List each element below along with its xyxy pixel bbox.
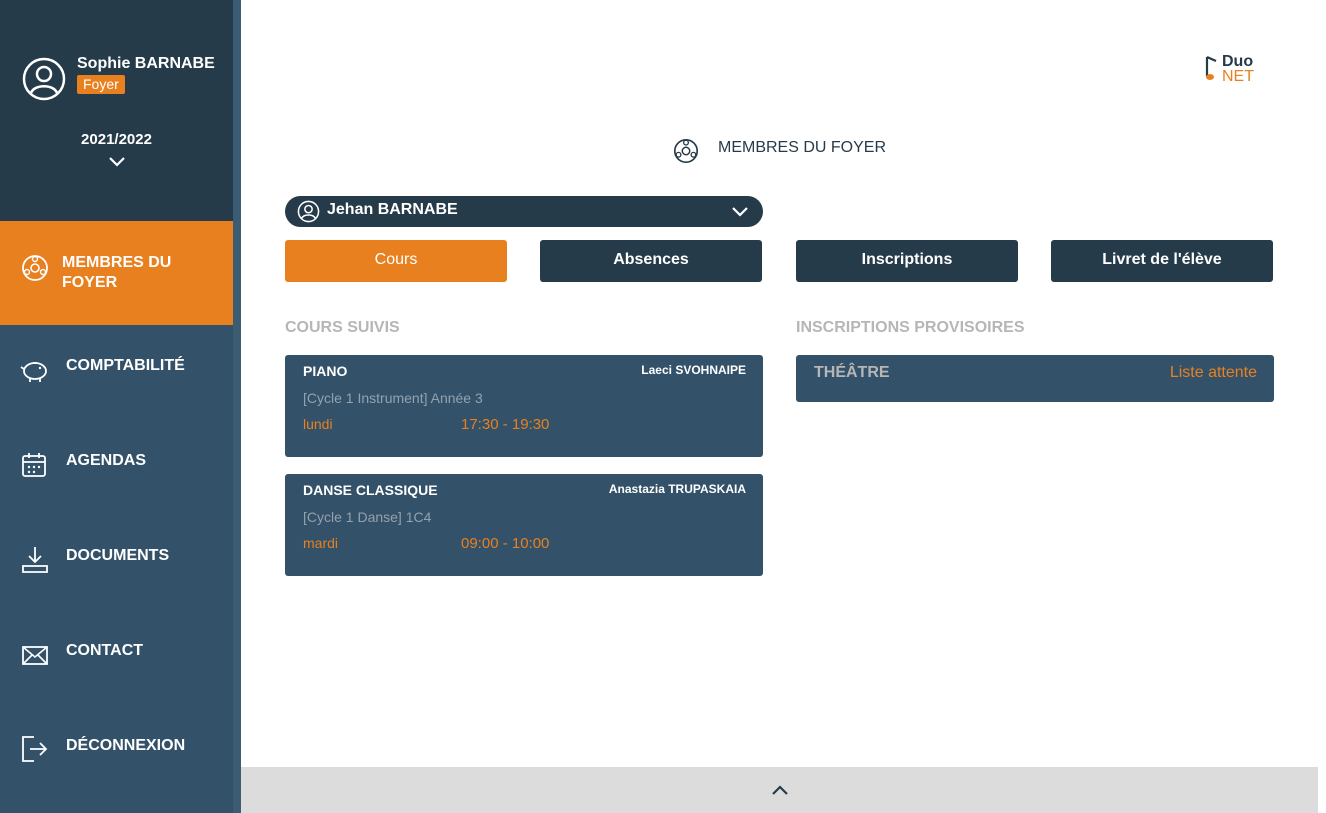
footer-bar <box>241 767 1318 813</box>
user-avatar-icon <box>22 57 66 101</box>
music-note-icon <box>1205 55 1217 80</box>
sidebar-item-comptabilite[interactable]: COMPTABILITÉ <box>0 350 233 390</box>
course-time: 17:30 - 19:30 <box>461 416 550 433</box>
page-title: MEMBRES DU FOYER <box>718 139 887 156</box>
download-icon <box>22 547 48 573</box>
logout-icon <box>22 736 48 762</box>
user-role-badge: Foyer <box>77 75 125 94</box>
tab-livret[interactable]: Livret de l'élève <box>1051 240 1273 282</box>
user-name: Sophie BARNABE <box>77 55 215 72</box>
course-day: mardi <box>303 535 339 551</box>
sidebar-item-label: COMPTABILITÉ <box>66 357 185 374</box>
member-select-value: Jehan BARNABE <box>327 201 458 218</box>
sidebar-item-documents[interactable]: DOCUMENTS <box>0 540 233 580</box>
course-detail: [Cycle 1 Instrument] Année 3 <box>303 390 483 406</box>
sidebar-stripe <box>233 0 241 813</box>
sidebar-item-deconnexion[interactable]: DÉCONNEXION <box>0 730 233 770</box>
course-teacher: Laeci SVOHNAIPE <box>641 363 746 377</box>
household-icon <box>673 138 699 164</box>
piggy-bank-icon <box>20 362 47 382</box>
course-card[interactable]: DANSE CLASSIQUE Anastazia TRUPASKAIA [Cy… <box>285 474 763 576</box>
chevron-down-icon <box>732 207 748 217</box>
courses-section-title: COURS SUIVIS <box>285 319 400 336</box>
provisional-card[interactable]: THÉÂTRE Liste attente <box>796 355 1274 402</box>
course-name: PIANO <box>303 363 348 379</box>
main-content: Duo NET MEMBRES DU FOYER Jehan BARNABE C… <box>241 0 1326 767</box>
provisional-status: Liste attente <box>1169 364 1257 381</box>
chevron-up-icon[interactable] <box>771 784 789 796</box>
tab-cours[interactable]: Cours <box>285 240 507 282</box>
tab-inscriptions[interactable]: Inscriptions <box>796 240 1018 282</box>
course-teacher: Anastazia TRUPASKAIA <box>608 482 746 496</box>
sidebar-item-label: AGENDAS <box>66 452 147 469</box>
course-card[interactable]: PIANO Laeci SVOHNAIPE [Cycle 1 Instrumen… <box>285 355 763 457</box>
household-icon <box>22 255 48 281</box>
course-time: 09:00 - 10:00 <box>461 535 550 552</box>
sidebar-item-label: MEMBRES DU <box>62 254 172 271</box>
calendar-icon <box>22 453 46 477</box>
sidebar: Sophie BARNABE Foyer 2021/2022 MEMBRES D… <box>0 0 241 813</box>
chevron-down-icon[interactable] <box>108 156 126 168</box>
sidebar-item-contact[interactable]: CONTACT <box>0 635 233 675</box>
user-icon <box>297 200 320 223</box>
course-name: DANSE CLASSIQUE <box>303 482 438 498</box>
school-year-label[interactable]: 2021/2022 <box>0 131 233 148</box>
member-select[interactable]: Jehan BARNABE <box>285 196 763 227</box>
sidebar-item-agendas[interactable]: AGENDAS <box>0 445 233 485</box>
course-detail: [Cycle 1 Danse] 1C4 <box>303 509 432 525</box>
sidebar-item-label: CONTACT <box>66 642 144 659</box>
envelope-icon <box>22 646 48 665</box>
sidebar-item-label: FOYER <box>62 274 118 291</box>
sidebar-item-label: DOCUMENTS <box>66 547 170 564</box>
duonet-logo: Duo NET <box>1201 52 1261 88</box>
sidebar-item-membres-du-foyer[interactable]: MEMBRES DU FOYER <box>0 221 233 325</box>
sidebar-header: Sophie BARNABE Foyer 2021/2022 <box>0 0 233 221</box>
tab-absences[interactable]: Absences <box>540 240 762 282</box>
provisional-section-title: INSCRIPTIONS PROVISOIRES <box>796 319 1025 336</box>
provisional-name: THÉÂTRE <box>814 364 890 381</box>
logo-net: NET <box>1222 68 1254 85</box>
sidebar-item-label: DÉCONNEXION <box>66 737 186 754</box>
course-day: lundi <box>303 416 333 432</box>
